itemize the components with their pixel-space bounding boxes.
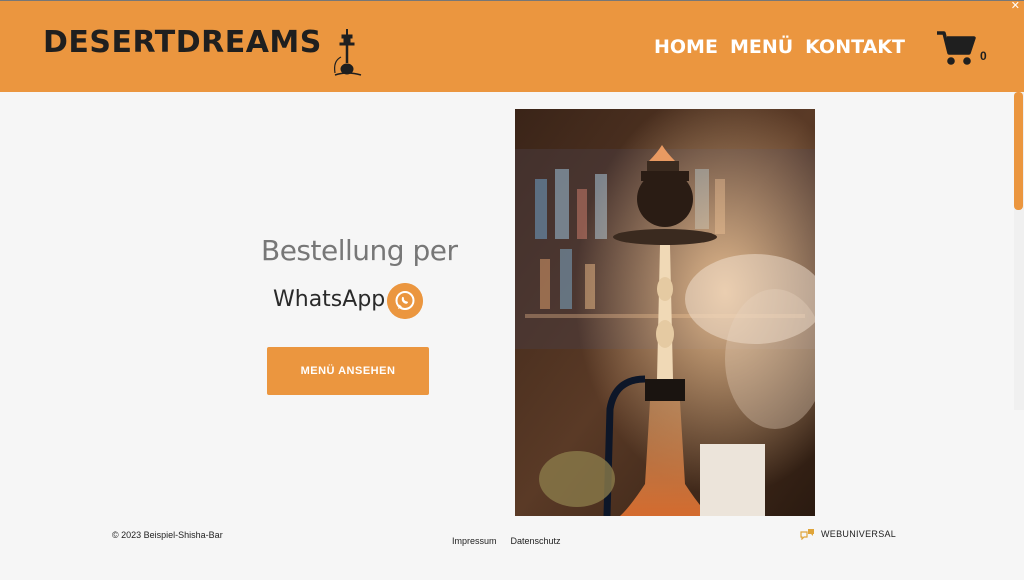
nav-menu[interactable]: MENÜ bbox=[730, 36, 793, 58]
webuniversal-logo-icon bbox=[800, 529, 814, 540]
view-menu-button[interactable]: MENÜ ANSEHEN bbox=[267, 347, 429, 395]
nav-home[interactable]: HOME bbox=[654, 36, 718, 58]
footer-copyright: © 2023 Beispiel-Shisha-Bar bbox=[112, 530, 223, 540]
site-logo[interactable]: DESERTDREAMS bbox=[43, 25, 322, 60]
footer-link-impressum[interactable]: Impressum bbox=[452, 536, 497, 546]
hookah-icon bbox=[334, 29, 362, 76]
close-icon[interactable]: ✕ bbox=[1011, 0, 1020, 12]
footer-brand-link[interactable]: WEBUNIVERSAL bbox=[800, 528, 896, 540]
footer-link-datenschutz[interactable]: Datenschutz bbox=[511, 536, 561, 546]
main-nav: HOME MENÜ KONTAKT bbox=[654, 36, 905, 58]
hookah-photo bbox=[515, 109, 815, 516]
footer-links: Impressum Datenschutz bbox=[452, 536, 561, 546]
nav-contact[interactable]: KONTAKT bbox=[805, 36, 905, 58]
whatsapp-icon[interactable] bbox=[387, 283, 423, 319]
hero-heading: Bestellung per bbox=[261, 234, 458, 267]
cart-icon[interactable] bbox=[936, 29, 976, 67]
site-header: DESERTDREAMS HOME MENÜ KONTAKT 0 ✕ bbox=[0, 0, 1024, 92]
cart-count: 0 bbox=[980, 49, 987, 63]
footer-brand-label: WEBUNIVERSAL bbox=[821, 529, 897, 539]
hero-whatsapp-text: WhatsApp bbox=[273, 287, 386, 312]
scrollbar-thumb[interactable] bbox=[1014, 92, 1023, 210]
